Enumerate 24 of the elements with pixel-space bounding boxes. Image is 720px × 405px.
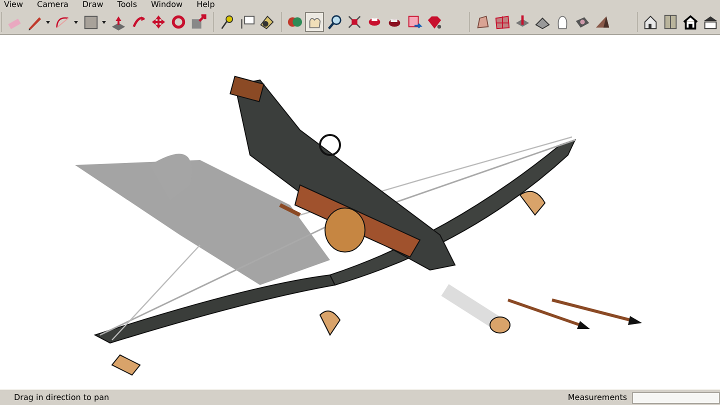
rectangle-icon [82,13,99,31]
search-icon [326,13,343,31]
caret-icon[interactable] [102,20,106,24]
door-icon [662,13,679,31]
caret-icon[interactable] [74,20,78,24]
menu-item[interactable]: Help [196,0,215,10]
rotate-icon [170,13,187,31]
zoom-extents-icon [346,13,363,31]
status-hint: Drag in direction to pan [14,393,110,402]
menu-item[interactable]: View [4,0,23,10]
scale-icon [190,13,207,31]
menu-item[interactable]: Camera [36,0,68,10]
move-icon [150,13,167,31]
house-icon [642,13,659,31]
measurements-field[interactable] [632,392,720,404]
grid-icon [494,13,511,31]
tool-button[interactable] [325,12,344,32]
export-icon [406,13,423,31]
menu-item[interactable]: Window [151,0,183,10]
home-icon [682,13,699,31]
measurements-label: Measurements [568,393,627,402]
caret-icon[interactable] [46,20,50,24]
menu-item[interactable]: Tools [117,0,138,10]
menu-item[interactable]: Draw [82,0,104,10]
